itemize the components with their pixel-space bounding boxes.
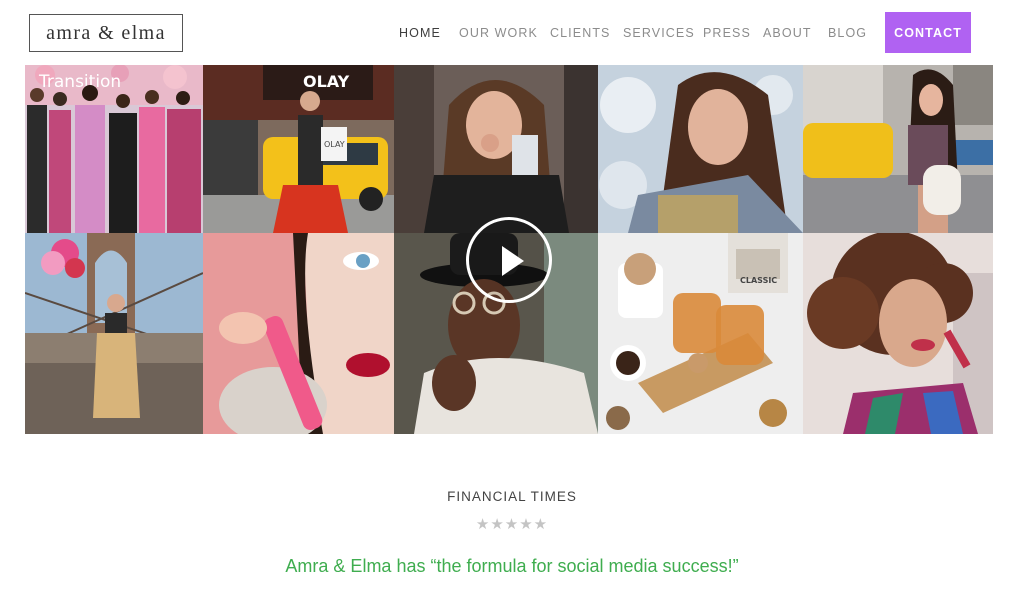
bag-label: OLAY (324, 140, 345, 149)
testimonial-source: FINANCIAL TIMES (447, 489, 577, 504)
page: amra & elma HOME OUR WORK CLIENTS SERVIC… (0, 0, 1024, 595)
photo-city-street[interactable] (803, 65, 993, 233)
nav-our-work[interactable]: OUR WORK (459, 26, 538, 40)
nav-home[interactable]: HOME (399, 26, 441, 40)
photo-curly-hair[interactable] (803, 233, 993, 434)
play-icon (502, 246, 524, 276)
photo-street-style-taxi[interactable]: OLAY OLAY (203, 65, 394, 233)
nav-services[interactable]: SERVICES (623, 26, 695, 40)
photo-winter-portrait[interactable] (598, 65, 803, 233)
photo-tea-snacks[interactable]: CLASSIC (598, 233, 803, 434)
photo-lipstick-closeup[interactable] (203, 233, 394, 434)
runway-sign: Transition (38, 72, 121, 92)
photo-brooklyn-bridge[interactable] (25, 233, 203, 434)
nav-blog[interactable]: BLOG (828, 26, 867, 40)
photo-fashion-runway[interactable]: Transition (25, 65, 203, 233)
testimonial-quote: Amra & Elma has “the formula for social … (285, 556, 739, 576)
photo-leather-jacket[interactable] (394, 65, 598, 233)
store-sign: OLAY (303, 72, 350, 91)
site-header: amra & elma HOME OUR WORK CLIENTS SERVIC… (0, 0, 1024, 65)
bottle-label: CLASSIC (740, 276, 777, 285)
video-play-button[interactable] (466, 217, 552, 303)
nav-press[interactable]: PRESS (703, 26, 751, 40)
nav-about[interactable]: ABOUT (763, 26, 812, 40)
star-rating-icon: ★★★★★ (475, 516, 549, 533)
main-nav: HOME OUR WORK CLIENTS SERVICES PRESS ABO… (0, 0, 1024, 65)
contact-button[interactable]: CONTACT (885, 12, 971, 53)
nav-clients[interactable]: CLIENTS (550, 26, 611, 40)
